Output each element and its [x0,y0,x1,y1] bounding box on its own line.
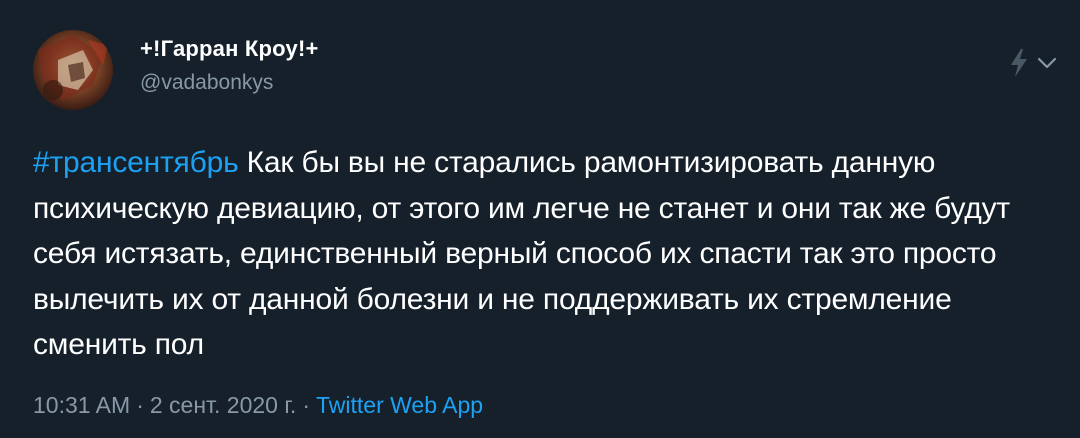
meta-separator: · [136,392,144,418]
tweet-date[interactable]: 2 сент. 2020 г. [150,392,296,418]
tweet-actions-top [1008,48,1060,83]
avatar[interactable] [33,30,113,110]
tweet-text: #трансентябрь Как бы вы не старались рам… [33,140,1063,368]
user-handle[interactable]: @vadabonkys [140,69,319,97]
tweet-source[interactable]: Twitter Web App [316,392,483,418]
user-info: +!Гарран Кроу!+ @vadabonkys [140,35,319,97]
avatar-image [33,30,113,110]
lightning-icon[interactable] [1008,48,1030,83]
tweet-time[interactable]: 10:31 AM [33,392,130,418]
hashtag-link[interactable]: #трансентябрь [33,146,239,179]
display-name[interactable]: +!Гарран Кроу!+ [140,35,319,63]
meta-separator: · [302,392,310,418]
tweet-meta: 10:31 AM · 2 сент. 2020 г. · Twitter Web App [33,388,483,422]
chevron-down-icon[interactable] [1034,50,1060,81]
tweet-card: +!Гарран Кроу!+ @vadabonkys #трансентябр… [0,0,1080,438]
